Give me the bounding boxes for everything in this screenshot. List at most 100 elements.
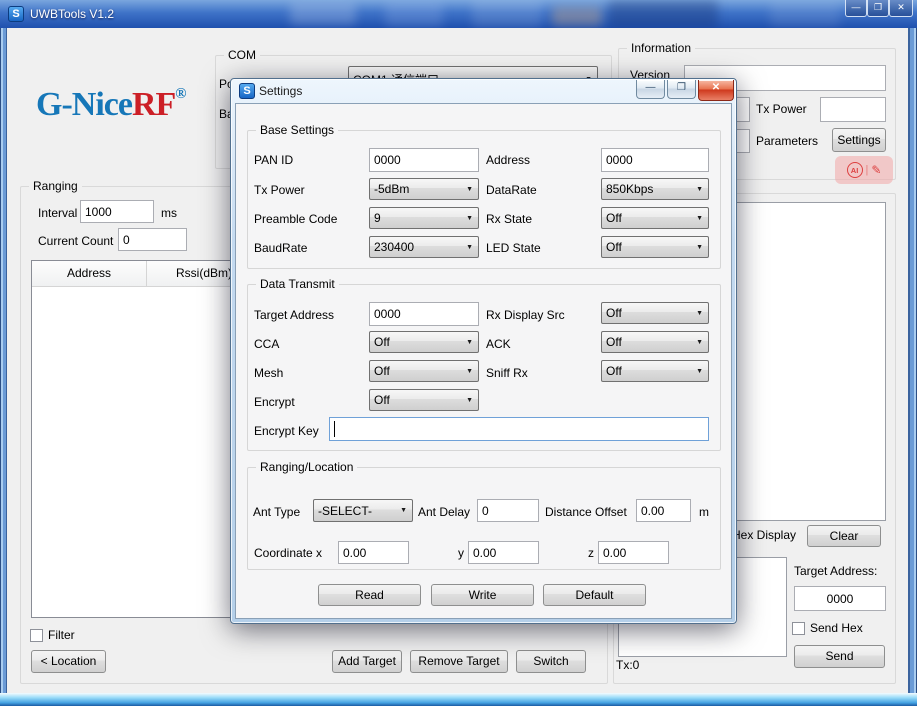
send-button[interactable]: Send: [794, 645, 885, 668]
encrypt-select[interactable]: Off▼: [369, 389, 479, 411]
current-count-label: Current Count: [38, 234, 113, 248]
minimize-icon: —: [852, 2, 861, 12]
ant-delay-label: Ant Delay: [418, 505, 470, 519]
chevron-down-icon: ▼: [696, 310, 703, 317]
distance-offset-input[interactable]: [636, 499, 691, 522]
titlebar-glass-reflection: [608, 0, 718, 28]
switch-button[interactable]: Switch: [516, 650, 586, 673]
settings-dialog-title: Settings: [259, 84, 302, 98]
led-state-select[interactable]: Off▼: [601, 236, 709, 258]
baudrate-label: BaudRate: [254, 241, 307, 255]
pencil-icon: ✎: [871, 163, 881, 177]
chevron-down-icon: ▼: [466, 186, 473, 193]
brand-logo-accent: RF: [132, 86, 175, 123]
encrypt-key-label: Encrypt Key: [254, 424, 319, 438]
column-header-address[interactable]: Address: [32, 261, 147, 286]
dialog-close-button[interactable]: ✕: [698, 80, 734, 101]
cca-select[interactable]: Off▼: [369, 331, 479, 353]
maximize-icon: ❐: [677, 82, 686, 93]
dialog-minimize-button[interactable]: —: [636, 80, 665, 99]
tx-power-select[interactable]: -5dBm▼: [369, 178, 479, 200]
titlebar-glass-reflection: [472, 0, 542, 28]
coordinate-x-label: Coordinate x: [254, 546, 322, 560]
location-button[interactable]: < Location: [31, 650, 106, 673]
tx-counter: Tx:0: [616, 658, 639, 672]
sniff-rx-label: Sniff Rx: [486, 366, 528, 380]
chevron-down-icon: ▼: [696, 244, 703, 251]
ant-delay-input[interactable]: [477, 499, 539, 522]
encrypt-label: Encrypt: [254, 395, 295, 409]
baudrate-select[interactable]: 230400▼: [369, 236, 479, 258]
ai-watermark: AI | ✎: [835, 156, 893, 184]
default-button[interactable]: Default: [543, 584, 646, 606]
write-button[interactable]: Write: [431, 584, 534, 606]
ranging-group-label: Ranging: [29, 179, 82, 193]
target-address-input[interactable]: [794, 586, 886, 611]
close-icon: ✕: [712, 82, 720, 93]
chevron-down-icon: ▼: [466, 339, 473, 346]
target-address-label: Target Address:: [794, 564, 877, 578]
brand-logo: G-NiceRF®: [36, 86, 187, 124]
ack-select[interactable]: Off▼: [601, 331, 709, 353]
rx-state-label: Rx State: [486, 212, 532, 226]
minimize-icon: —: [646, 82, 656, 93]
com-group-label: COM: [224, 48, 260, 62]
interval-unit-label: ms: [161, 206, 177, 220]
mesh-label: Mesh: [254, 366, 283, 380]
chevron-down-icon: ▼: [400, 507, 407, 514]
window-minimize-button[interactable]: —: [845, 0, 867, 17]
rx-display-src-select[interactable]: Off▼: [601, 302, 709, 324]
filter-checkbox[interactable]: [30, 629, 43, 642]
sniff-rx-select[interactable]: Off▼: [601, 360, 709, 382]
app-logo-icon: S: [8, 6, 24, 22]
titlebar: S UWBTools V1.2 — ❐ ✕: [0, 0, 917, 28]
close-icon: ✕: [897, 2, 905, 12]
encrypt-key-input[interactable]: [329, 417, 709, 441]
information-group-label: Information: [627, 41, 695, 55]
cca-label: CCA: [254, 337, 279, 351]
add-target-button[interactable]: Add Target: [332, 650, 402, 673]
titlebar-glass-reflection: [770, 2, 840, 27]
open-settings-button[interactable]: Settings: [832, 128, 886, 152]
pan-id-input[interactable]: [369, 148, 479, 172]
tx-power-field[interactable]: [820, 97, 886, 122]
settings-dialog: S Settings — ❐ ✕ Base Settings PAN ID Ad…: [230, 78, 737, 624]
clear-button[interactable]: Clear: [807, 525, 881, 547]
mesh-select[interactable]: Off▼: [369, 360, 479, 382]
coordinate-x-input[interactable]: [338, 541, 409, 564]
parameters-label: Parameters: [756, 134, 818, 148]
interval-input[interactable]: [80, 200, 154, 223]
watermark-divider: |: [866, 164, 869, 176]
coordinate-y-label: y: [458, 546, 464, 560]
dialog-maximize-button[interactable]: ❐: [667, 80, 696, 99]
window-close-button[interactable]: ✕: [889, 0, 913, 17]
preamble-code-select[interactable]: 9▼: [369, 207, 479, 229]
dlg-target-address-input[interactable]: [369, 302, 479, 326]
coordinate-z-input[interactable]: [598, 541, 669, 564]
datarate-select[interactable]: 850Kbps▼: [601, 178, 709, 200]
ant-type-select[interactable]: -SELECT-▼: [313, 499, 413, 522]
ack-label: ACK: [486, 337, 511, 351]
current-count-input[interactable]: [118, 228, 187, 251]
led-state-label: LED State: [486, 241, 541, 255]
brand-logo-registered: ®: [175, 86, 186, 102]
address-input[interactable]: [601, 148, 709, 172]
remove-target-button[interactable]: Remove Target: [410, 650, 508, 673]
text-caret: [334, 421, 335, 437]
send-hex-checkbox[interactable]: [792, 622, 805, 635]
coordinate-y-input[interactable]: [468, 541, 539, 564]
base-settings-label: Base Settings: [256, 123, 338, 137]
read-button[interactable]: Read: [318, 584, 421, 606]
window-border-bottom: [0, 693, 917, 706]
chevron-down-icon: ▼: [696, 215, 703, 222]
chevron-down-icon: ▼: [466, 215, 473, 222]
chevron-down-icon: ▼: [696, 368, 703, 375]
window-border-right: [908, 28, 917, 693]
dlg-target-address-label: Target Address: [254, 308, 334, 322]
window-maximize-button[interactable]: ❐: [867, 0, 889, 17]
ant-type-label: Ant Type: [253, 505, 300, 519]
window-border-left: [0, 28, 7, 693]
window-title: UWBTools V1.2: [30, 7, 114, 21]
rx-state-select[interactable]: Off▼: [601, 207, 709, 229]
app-window: S UWBTools V1.2 — ❐ ✕ G-NiceRF® COM Port…: [0, 0, 917, 706]
